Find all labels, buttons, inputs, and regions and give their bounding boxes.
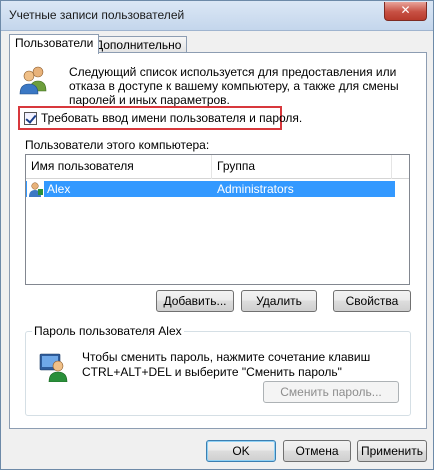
row-username: Alex xyxy=(47,182,71,196)
users-list-header: Имя пользователя Группа xyxy=(26,155,409,179)
add-user-button[interactable]: Добавить... xyxy=(156,290,234,312)
tab-users[interactable]: Пользователи xyxy=(9,34,100,54)
column-group-label: Группа xyxy=(217,159,256,173)
tab-advanced[interactable]: Дополнительно xyxy=(89,36,188,53)
apply-button[interactable]: Применить xyxy=(357,440,427,462)
password-instructions: Чтобы сменить пароль, нажмите сочетание … xyxy=(82,350,371,379)
tab-advanced-label: Дополнительно xyxy=(95,38,182,52)
password-group: Пароль пользователя Alex Чтобы сменить п… xyxy=(25,324,411,416)
intro-description: Следующий список используется для предос… xyxy=(69,65,399,107)
column-header-username[interactable]: Имя пользователя xyxy=(26,155,212,179)
tab-users-label: Пользователи xyxy=(15,36,94,50)
column-header-group[interactable]: Группа xyxy=(212,155,392,179)
close-icon: ✕ xyxy=(400,3,411,17)
require-login-highlight: Требовать ввод имени пользователя и паро… xyxy=(18,106,302,130)
table-row[interactable]: Alex Administrators xyxy=(26,181,395,197)
user-icon xyxy=(27,181,44,197)
password-user-icon xyxy=(39,353,68,382)
ok-button[interactable]: OK xyxy=(206,440,276,462)
users-list[interactable]: Имя пользователя Группа Alex Administrat… xyxy=(25,154,410,285)
users-list-caption: Пользователи этого компьютера: xyxy=(25,138,210,152)
window-title: Учетные записи пользователей xyxy=(9,8,185,22)
properties-button[interactable]: Свойства xyxy=(333,290,411,312)
column-username-label: Имя пользователя xyxy=(31,159,134,173)
change-password-button[interactable]: Сменить пароль... xyxy=(263,381,399,403)
users-icon xyxy=(19,66,47,95)
user-accounts-window: Учетные записи пользователей ✕ Пользоват… xyxy=(0,0,434,470)
row-group: Administrators xyxy=(217,182,294,196)
remove-user-button[interactable]: Удалить xyxy=(241,290,317,312)
close-button[interactable]: ✕ xyxy=(384,2,427,21)
title-bar[interactable]: Учетные записи пользователей ✕ xyxy=(1,1,433,31)
cancel-button[interactable]: Отмена xyxy=(283,440,351,462)
password-group-title: Пароль пользователя Alex xyxy=(32,324,184,338)
require-login-label[interactable]: Требовать ввод имени пользователя и паро… xyxy=(41,111,302,125)
require-login-checkbox[interactable] xyxy=(24,112,37,125)
